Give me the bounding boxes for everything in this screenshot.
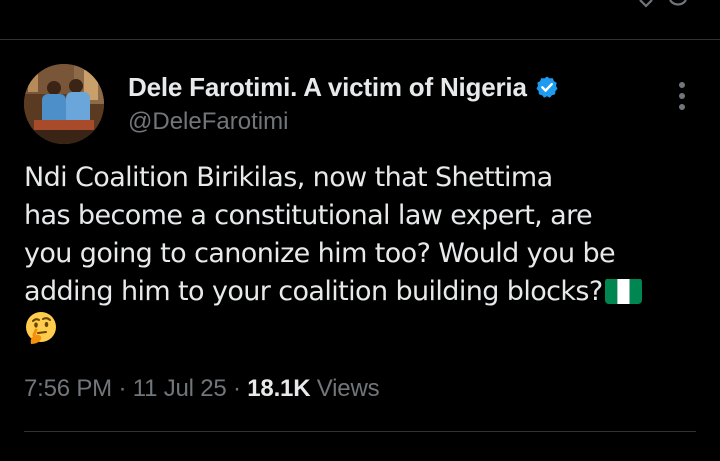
nigeria-flag-icon — [604, 278, 642, 304]
meta-separator: · — [233, 375, 241, 402]
meta-separator: · — [118, 375, 127, 402]
tweet-text: Ndi Coalition Birikilas, now that Shetti… — [24, 159, 696, 349]
thinking-face-icon — [24, 311, 58, 345]
more-dot-icon — [679, 93, 685, 99]
more-dot-icon — [679, 104, 685, 110]
tweet-text-line-with-flag: adding him to your coalition building bl… — [24, 273, 696, 311]
author-info: Dele Farotimi. A victim of Nigeria @Dele… — [128, 68, 559, 136]
tweet-text-line: Ndi Coalition Birikilas, now that Shetti… — [24, 162, 553, 193]
author-handle[interactable]: @DeleFarotimi — [128, 108, 559, 136]
tweet-time[interactable]: 7:56 PM — [24, 375, 112, 402]
tweet-text-segment: adding him to your coalition building bl… — [24, 276, 603, 307]
views-count: 18.1K — [247, 375, 311, 402]
avatar[interactable] — [24, 64, 104, 144]
tweet-date[interactable]: 11 Jul 25 — [133, 375, 227, 402]
tweet-meta: 7:56 PM · 11 Jul 25 · 18.1K Views — [24, 375, 380, 403]
more-options-button[interactable] — [674, 82, 690, 110]
more-dot-icon — [679, 82, 685, 88]
bottom-divider — [24, 431, 696, 432]
author-display-name[interactable]: Dele Farotimi. A victim of Nigeria — [128, 72, 527, 103]
tweet-text-line: has become a constitutional law expert, … — [24, 200, 593, 231]
verified-badge-icon — [535, 75, 559, 99]
top-divider — [0, 39, 720, 40]
tweet-emoji-line — [24, 311, 696, 349]
views-label: Views — [316, 375, 380, 402]
tweet-text-line: you going to canonize him too? Would you… — [24, 238, 616, 269]
top-bar-partial-icon — [636, 0, 696, 8]
tweet-header: Dele Farotimi. A victim of Nigeria @Dele… — [24, 64, 696, 144]
